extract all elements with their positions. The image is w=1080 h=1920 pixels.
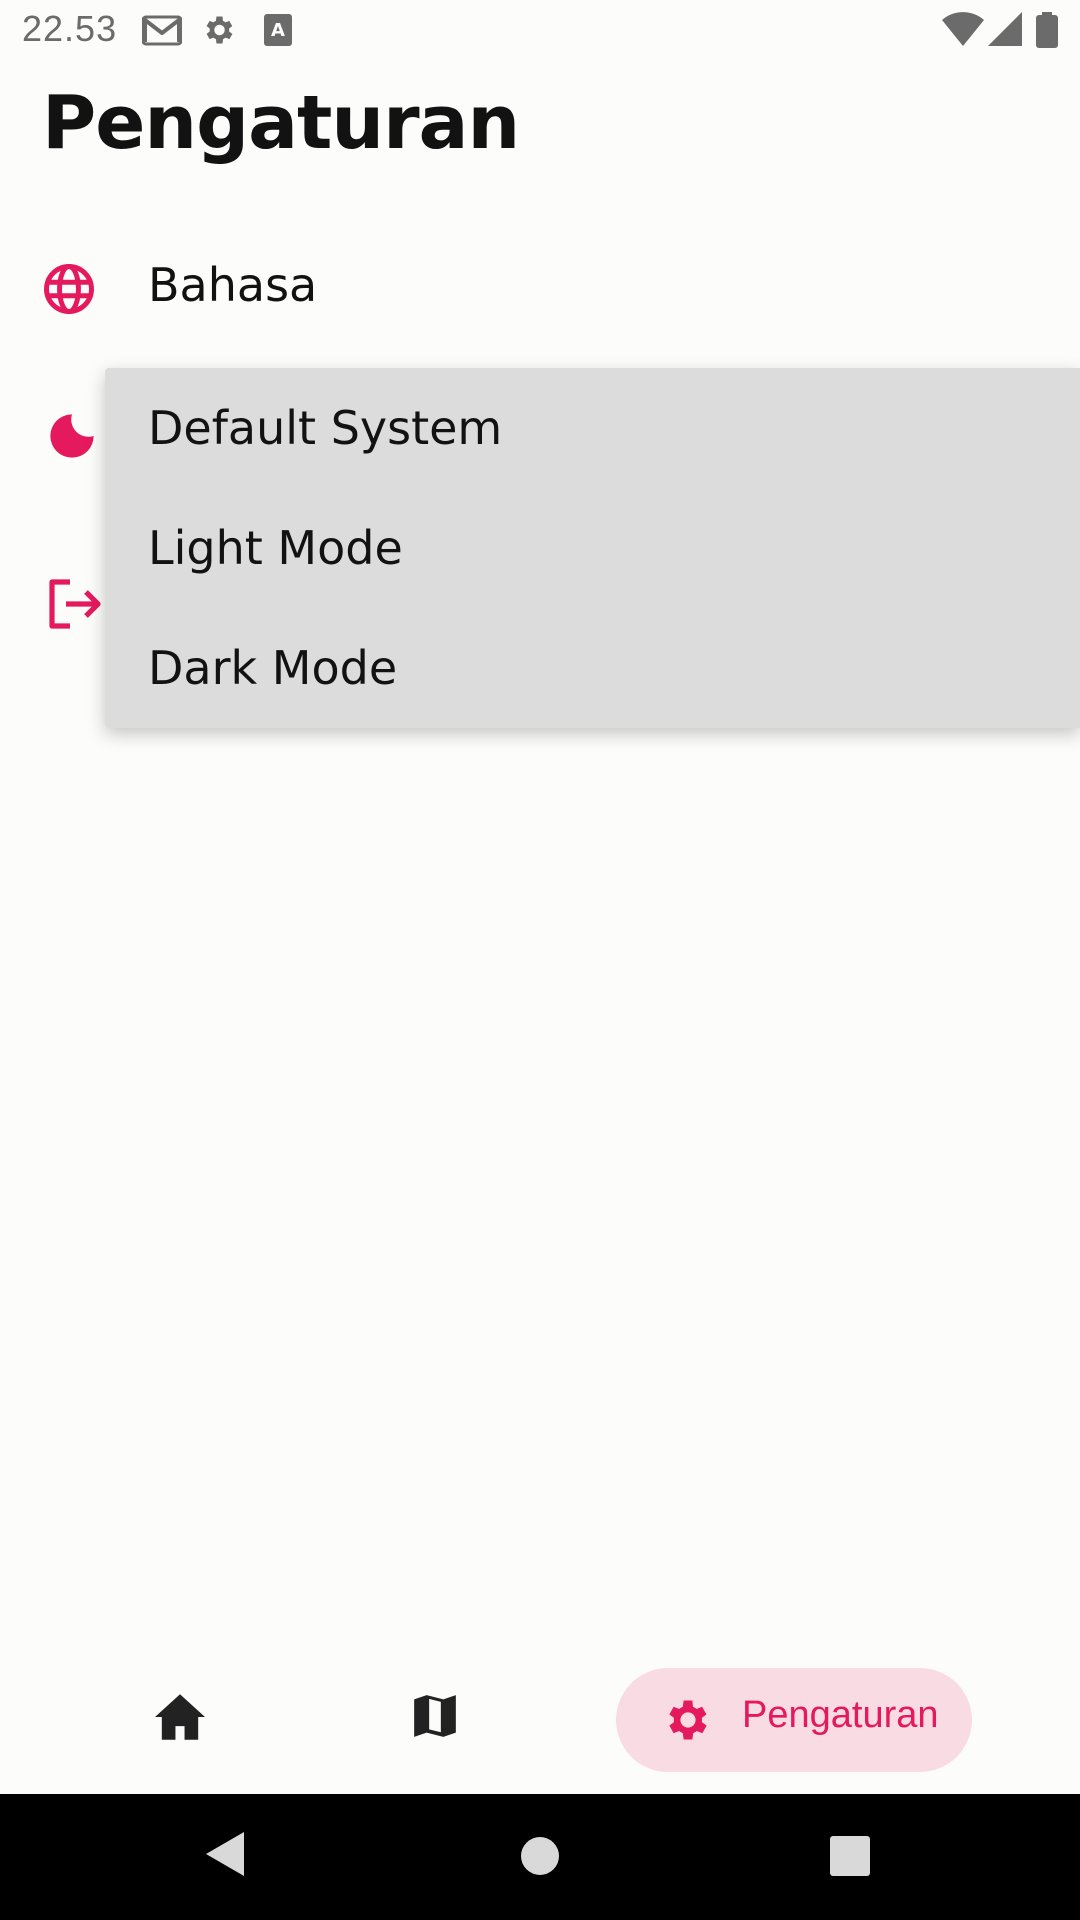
menu-item-default-system[interactable]: Default System: [148, 368, 1028, 488]
signal-icon: [988, 12, 1022, 50]
menu-item-dark-mode[interactable]: Dark Mode: [148, 608, 1028, 728]
wifi-icon: [942, 12, 984, 50]
nav-settings-button[interactable]: Pengaturan: [616, 1668, 972, 1772]
recents-button[interactable]: [830, 1836, 870, 1880]
square-recents-icon: [830, 1836, 870, 1876]
font-icon: A: [264, 14, 292, 50]
nav-home-button[interactable]: [152, 1692, 208, 1746]
settings-screen: 22.53 A Pengaturan Bahasa Default System…: [0, 0, 1080, 1920]
status-bar: 22.53 A: [0, 0, 1080, 62]
svg-text:A: A: [271, 20, 285, 41]
gmail-icon: [141, 14, 183, 50]
globe-icon: [42, 262, 96, 320]
circle-home-icon: [521, 1837, 559, 1875]
nav-map-button[interactable]: [410, 1690, 460, 1746]
status-time: 22.53: [22, 8, 118, 49]
gear-icon: [662, 1694, 714, 1750]
home-icon: [155, 1694, 205, 1740]
system-navigation-bar: [0, 1794, 1080, 1920]
battery-icon: [1036, 12, 1058, 52]
home-system-button[interactable]: [520, 1836, 560, 1880]
menu-item-light-mode[interactable]: Light Mode: [148, 488, 1028, 608]
nav-settings-label: Pengaturan: [742, 1694, 939, 1736]
bottom-navigation: Pengaturan: [0, 1640, 1080, 1794]
settings-icon: [200, 12, 236, 52]
back-button[interactable]: [204, 1830, 246, 1882]
language-setting-row[interactable]: Bahasa: [0, 228, 1080, 348]
theme-dropdown-menu: Default System Light Mode Dark Mode: [105, 368, 1080, 728]
language-label: Bahasa: [148, 258, 318, 312]
logout-icon: [46, 578, 102, 634]
map-icon: [414, 1695, 456, 1737]
moon-icon: [46, 410, 98, 466]
page-title: Pengaturan: [42, 80, 520, 166]
back-icon: [206, 1832, 244, 1876]
